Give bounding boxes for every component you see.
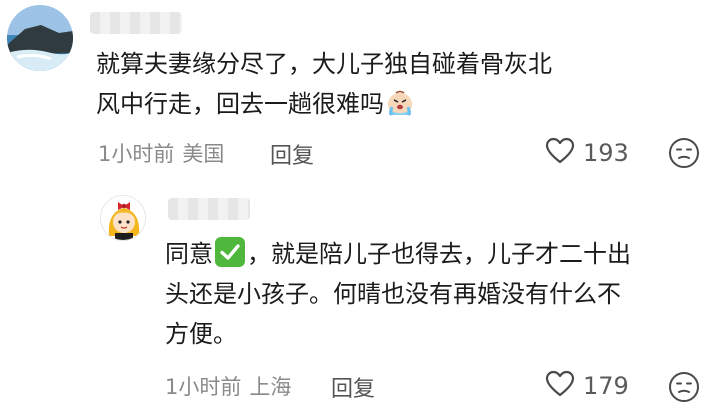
reply-line: 头还是小孩子。何晴也没有再婚没有什么不	[165, 280, 621, 308]
like-count: 179	[583, 371, 629, 400]
check-mark-icon	[215, 237, 245, 267]
reply-line: 方便。	[165, 320, 237, 348]
dislike-button[interactable]	[668, 137, 700, 173]
comment-location: 美国	[182, 142, 225, 166]
commenter-avatar[interactable]	[7, 5, 73, 71]
neutral-face-icon	[668, 138, 700, 173]
heart-icon	[545, 370, 575, 401]
comment-line: 风中行走，回去一趟很难吗	[96, 84, 552, 124]
username-redacted[interactable]	[168, 198, 250, 220]
comment-meta: 1小时前 美国	[98, 138, 224, 168]
reply-line: 同意 ，就是陪儿子也得去，儿子才二十出	[165, 234, 631, 274]
comment-line: 就算夫妻缘分尽了，大儿子独自碰着骨灰北	[96, 50, 552, 78]
crying-face-icon	[386, 88, 414, 116]
neutral-face-icon	[668, 372, 700, 407]
reply-button[interactable]: 回复	[270, 138, 314, 170]
replier-avatar[interactable]	[100, 195, 146, 241]
like-button[interactable]: 179	[545, 370, 629, 401]
comment-time: 1小时前	[98, 142, 175, 166]
dislike-button[interactable]	[668, 371, 700, 407]
reply-button[interactable]: 回复	[331, 371, 375, 403]
username-redacted[interactable]	[90, 12, 182, 34]
reply-location: 上海	[249, 375, 292, 399]
reply-meta: 1小时前 上海	[165, 371, 291, 401]
reply-text: 同意 ，就是陪儿子也得去，儿子才二十出 头还是小孩子。何晴也没有再婚没有什么不 方…	[165, 234, 631, 354]
comment-text: 就算夫妻缘分尽了，大儿子独自碰着骨灰北 风中行走，回去一趟很难吗	[96, 44, 552, 124]
like-button[interactable]: 193	[545, 137, 629, 168]
heart-icon	[545, 137, 575, 168]
reply-time: 1小时前	[165, 375, 242, 399]
like-count: 193	[583, 138, 629, 167]
